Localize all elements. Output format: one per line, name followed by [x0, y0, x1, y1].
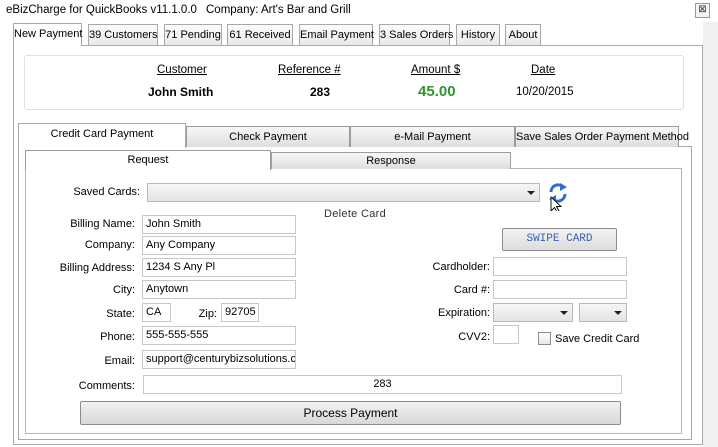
window-edge: [703, 22, 718, 447]
tab-about[interactable]: About: [505, 24, 541, 45]
date-header: Date: [531, 64, 556, 76]
delete-card-link[interactable]: Delete Card: [324, 208, 386, 220]
amount-header: Amount $: [411, 64, 461, 76]
date-value: 10/20/2015: [516, 86, 574, 98]
billing-name-field[interactable]: John Smith: [142, 215, 296, 234]
cardholder-field[interactable]: [493, 257, 627, 276]
tab-new-payment[interactable]: New Payment: [13, 23, 82, 46]
phone-field[interactable]: 555-555-555: [142, 326, 296, 345]
refresh-icon[interactable]: [546, 181, 570, 211]
app-title: eBizCharge for QuickBooks v11.1.0.0: [6, 4, 197, 16]
saved-cards-label: Saved Cards:: [73, 186, 140, 198]
saved-cards-select[interactable]: [147, 183, 540, 202]
expiration-year-select[interactable]: [579, 303, 627, 322]
cvv2-field[interactable]: [493, 325, 519, 344]
tab-sales-orders[interactable]: 3 Sales Orders: [379, 24, 453, 45]
tab-response[interactable]: Response: [271, 152, 511, 169]
expiration-label: Expiration:: [438, 307, 490, 319]
tab-save-sales-order-payment[interactable]: Save Sales Order Payment Method: [515, 126, 689, 147]
process-payment-button[interactable]: Process Payment: [80, 401, 621, 425]
payment-summary-panel: [24, 55, 684, 110]
customer-value: John Smith: [148, 85, 214, 99]
expiration-month-select[interactable]: [493, 303, 573, 322]
save-credit-card-checkbox[interactable]: [538, 332, 551, 345]
email-field[interactable]: support@centurybizsolutions.com: [142, 350, 296, 369]
close-button[interactable]: ⊠: [695, 3, 710, 18]
cardholder-label: Cardholder:: [432, 261, 490, 273]
tab-customers[interactable]: 39 Customers: [88, 24, 158, 45]
company-field[interactable]: Any Company: [142, 236, 296, 255]
city-label: City:: [113, 284, 135, 296]
chevron-down-icon: [560, 311, 568, 315]
tab-check-payment[interactable]: Check Payment: [186, 126, 350, 147]
state-label: State:: [106, 308, 135, 320]
city-field[interactable]: Anytown: [142, 280, 296, 299]
tab-received[interactable]: 61 Received: [227, 24, 293, 45]
company-label: Company:: [84, 239, 135, 251]
zip-field[interactable]: 92705: [221, 303, 259, 322]
save-credit-card-label[interactable]: Save Credit Card: [555, 333, 639, 345]
billing-name-label: Billing Name:: [70, 218, 135, 230]
chevron-down-icon: [527, 191, 535, 195]
tab-pending[interactable]: 71 Pending: [164, 24, 222, 45]
cvv2-label: CVV2:: [458, 331, 490, 343]
state-field[interactable]: CA: [142, 303, 171, 322]
company-title: Company: Art's Bar and Grill: [206, 4, 351, 16]
phone-label: Phone:: [100, 331, 135, 343]
billing-address-field[interactable]: 1234 S Any Pl: [142, 258, 296, 277]
customer-header: Customer: [157, 64, 207, 76]
comments-label: Comments:: [78, 380, 135, 392]
comments-field[interactable]: 283: [143, 375, 622, 394]
email-label: Email:: [104, 355, 135, 367]
chevron-down-icon: [614, 311, 622, 315]
tab-credit-card-payment[interactable]: Credit Card Payment: [18, 123, 186, 148]
reference-value: 283: [310, 85, 331, 99]
tab-request[interactable]: Request: [25, 150, 271, 170]
tab-email-payment-method[interactable]: e-Mail Payment: [350, 126, 515, 147]
card-number-label: Card #:: [453, 284, 490, 296]
swipe-card-button[interactable]: SWIPE CARD: [502, 228, 617, 251]
amount-value: 45.00: [418, 83, 456, 100]
zip-label: Zip:: [198, 308, 217, 320]
tab-email-payment[interactable]: Email Payment: [299, 24, 374, 45]
reference-header: Reference #: [278, 64, 341, 76]
billing-address-label: Billing Address:: [59, 262, 135, 274]
card-number-field[interactable]: [493, 280, 627, 299]
tab-history[interactable]: History: [456, 24, 500, 45]
